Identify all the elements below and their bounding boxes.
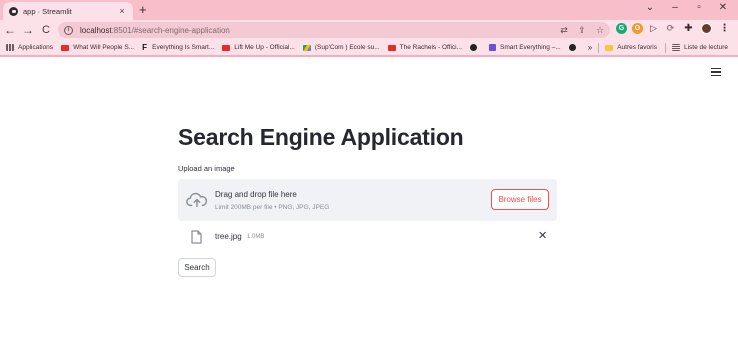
site-info-icon[interactable]: i [64, 25, 73, 35]
tab-close-icon[interactable]: × [117, 6, 127, 16]
bookmark-item[interactable]: Smart Everything –... [489, 44, 561, 51]
forward-arrow-icon[interactable]: → [21, 22, 35, 38]
header-decoration-bar [0, 55, 738, 57]
globe-icon [470, 44, 478, 51]
f-logo-icon: F [142, 42, 148, 52]
youtube-icon [387, 44, 396, 51]
bookmark-applications[interactable]: Applications [6, 44, 53, 51]
new-tab-button[interactable]: + [139, 3, 147, 17]
file-dropzone[interactable]: Drag and drop file here Limit 200MB per … [178, 179, 557, 221]
bookmark-item[interactable]: (Sup'Com ) Ecole su... [302, 44, 380, 51]
browse-files-button[interactable]: Browse files [491, 189, 549, 210]
bookmarks-more-icon[interactable]: » [588, 43, 592, 52]
youtube-icon [61, 44, 70, 51]
minimize-icon[interactable]: – [668, 2, 682, 13]
remove-file-icon[interactable]: ✕ [538, 230, 547, 242]
uploaded-file-name: tree.jpg [215, 232, 242, 241]
play-extension-icon[interactable]: ▷ [648, 23, 659, 34]
close-window-icon[interactable]: ✕ [716, 2, 730, 13]
bookmarks-bar: Applications What Will People S... F Eve… [0, 40, 738, 55]
address-bar[interactable]: i localhost:8501/#search-engine-applicat… [58, 22, 610, 38]
apps-grid-icon [6, 44, 14, 51]
youtube-icon [222, 44, 231, 51]
extensions-puzzle-icon[interactable]: ✚ [683, 23, 694, 34]
reading-list-icon [671, 44, 680, 51]
reload-icon[interactable]: C [39, 22, 53, 38]
bookmark-item[interactable]: Lift Me Up - Official... [222, 44, 295, 51]
search-button[interactable]: Search [178, 258, 216, 277]
uploaded-file-size: 1.0MB [247, 233, 265, 240]
page-title: Search Engine Application [178, 124, 464, 150]
cloud-upload-icon [186, 192, 208, 208]
bookmarks-divider [598, 42, 600, 53]
bookmark-item[interactable]: The Rachels - Offici... [387, 44, 462, 51]
url-text[interactable]: localhost:8501/#search-engine-applicatio… [80, 26, 230, 35]
uploader-label: Upload an image [178, 164, 235, 173]
hamburger-menu-icon[interactable] [711, 68, 721, 76]
bookmark-item[interactable]: What Will People S... [61, 44, 134, 51]
browser-tab[interactable]: app · Streamlit × [3, 2, 133, 20]
file-icon [191, 230, 202, 244]
bookmark-other-favorites[interactable]: Autres favoris [605, 44, 657, 51]
back-arrow-icon[interactable]: ← [3, 22, 17, 38]
tab-search-icon[interactable]: ⌄ [643, 2, 657, 13]
grammarly-extension-icon[interactable]: G [616, 23, 627, 34]
orange-extension-icon[interactable]: O [632, 23, 643, 34]
dropzone-limits: Limit 200MB per file • PNG, JPG, JPEG [215, 204, 330, 211]
folder-icon [605, 44, 614, 51]
maximize-icon[interactable]: ▫ [692, 2, 706, 13]
tab-strip: app · Streamlit × + ⌄ – ▫ ✕ [0, 0, 738, 20]
share-icon[interactable]: ⇪ [576, 25, 588, 36]
translate-icon[interactable]: ⇄ [558, 25, 570, 36]
star-icon[interactable]: ☆ [594, 25, 606, 36]
sync-extension-icon[interactable]: ⟳ [665, 23, 676, 34]
bookmark-item[interactable] [470, 44, 481, 51]
uploaded-file-row: tree.jpg 1.0MB ✕ [178, 227, 557, 247]
google-drive-icon [302, 44, 311, 51]
bookmark-reading-list[interactable]: Liste de lecture [671, 44, 728, 51]
tab-title: app · Streamlit [23, 6, 72, 16]
globe-icon [568, 44, 576, 51]
streamlit-favicon-icon [9, 6, 18, 16]
bookmarks-divider [664, 42, 666, 53]
bookmark-item[interactable]: F Everything Is Smart... [142, 42, 214, 52]
dropzone-title: Drag and drop file here [215, 190, 297, 199]
profile-avatar[interactable] [701, 23, 712, 34]
browser-menu-icon[interactable]: ⋮ [719, 23, 730, 34]
s-logo-icon [489, 44, 497, 51]
bookmark-item[interactable] [568, 44, 580, 51]
